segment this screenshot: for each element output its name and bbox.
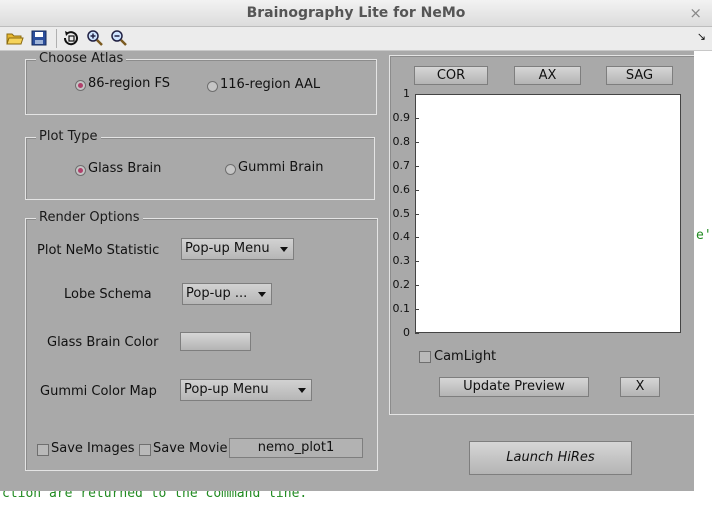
y-tick-mark: [415, 261, 419, 263]
y-tick-mark: [415, 94, 419, 95]
dock-arrow-icon[interactable]: ↘: [697, 30, 706, 43]
chevron-down-icon: [298, 388, 306, 393]
save-movie-label[interactable]: Save Movie: [153, 441, 228, 456]
lobe-schema-value: Pop-up ...: [186, 286, 248, 301]
y-tick-mark: [415, 285, 419, 287]
y-tick-label: 0.9: [392, 110, 411, 124]
y-tick-mark: [415, 141, 419, 143]
glass-brain-color-label: Glass Brain Color: [47, 335, 159, 350]
sag-view-button[interactable]: SAG: [606, 66, 673, 85]
gummi-brain-label[interactable]: Gummi Brain: [238, 160, 323, 175]
y-tick-label: 0.5: [392, 206, 411, 220]
rotate-3d-icon[interactable]: [62, 29, 80, 47]
render-options-group: Render Options Plot NeMo Statistic Pop-u…: [25, 210, 378, 471]
y-tick-label: 0.4: [392, 230, 411, 244]
close-icon[interactable]: ×: [689, 4, 702, 22]
open-folder-icon[interactable]: [6, 29, 24, 47]
y-tick-mark: [415, 213, 419, 215]
toolbar: ↘: [0, 27, 712, 51]
glass-brain-label[interactable]: Glass Brain: [88, 161, 161, 176]
toolbar-separator: [56, 29, 57, 48]
background-edge-text: e': [696, 228, 712, 243]
y-tick-label: 0.8: [392, 134, 411, 148]
plot-nemo-statistic-label: Plot NeMo Statistic: [37, 243, 160, 258]
gummi-color-map-label: Gummi Color Map: [40, 384, 157, 399]
chevron-down-icon: [280, 247, 288, 252]
y-tick-mark: [415, 117, 419, 119]
window-title: Brainography Lite for NeMo: [246, 5, 466, 21]
save-images-checkbox[interactable]: [37, 444, 49, 456]
atlas-aal-radio[interactable]: [207, 81, 218, 92]
plot-nemo-statistic-value: Pop-up Menu: [185, 241, 270, 256]
render-options-label: Render Options: [36, 210, 143, 226]
command-window-strip: ction are returned to the command line.: [0, 491, 712, 508]
update-preview-button[interactable]: Update Preview: [439, 377, 589, 397]
filename-field[interactable]: nemo_plot1: [229, 438, 363, 458]
y-tick-mark: [415, 165, 419, 167]
y-tick-mark: [415, 309, 419, 311]
plot-nemo-statistic-popup[interactable]: Pop-up Menu: [181, 238, 294, 260]
save-movie-checkbox[interactable]: [139, 444, 151, 456]
atlas-fs-label[interactable]: 86-region FS: [88, 76, 170, 91]
y-tick-mark: [415, 333, 419, 334]
app-window: Brainography Lite for NeMo × ↘ Choose At…: [0, 0, 712, 508]
y-tick-label: 0.7: [392, 158, 411, 172]
y-tick-label: 0: [403, 326, 410, 339]
lobe-schema-popup[interactable]: Pop-up ...: [182, 283, 272, 305]
save-icon[interactable]: [30, 29, 48, 47]
title-bar[interactable]: Brainography Lite for NeMo ×: [0, 0, 712, 27]
y-tick-label: 1: [403, 87, 410, 100]
choose-atlas-group: Choose Atlas 86-region FS 116-region AAL: [25, 51, 377, 115]
plot-type-group: Plot Type Glass Brain Gummi Brain: [25, 129, 375, 200]
gummi-color-map-value: Pop-up Menu: [184, 382, 269, 397]
y-tick-label: 0.1: [392, 302, 411, 316]
ax-view-button[interactable]: AX: [514, 66, 581, 85]
preview-axes[interactable]: [415, 94, 681, 333]
zoom-out-icon[interactable]: [110, 29, 128, 47]
save-images-label[interactable]: Save Images: [51, 441, 135, 456]
camlight-label[interactable]: CamLight: [434, 349, 496, 364]
command-window-text: ction are returned to the command line.: [2, 491, 308, 501]
launch-hires-button[interactable]: Launch HiRes: [469, 441, 632, 475]
y-tick-label: 0.3: [392, 254, 411, 268]
clear-x-button[interactable]: X: [620, 377, 660, 397]
glass-brain-radio[interactable]: [75, 165, 86, 176]
zoom-in-icon[interactable]: [86, 29, 104, 47]
plot-type-label: Plot Type: [36, 129, 101, 145]
y-tick-label: 0.2: [392, 278, 411, 292]
y-tick-label: 0.6: [392, 182, 411, 196]
y-tick-mark: [415, 189, 419, 191]
choose-atlas-label: Choose Atlas: [36, 51, 127, 67]
glass-brain-color-button[interactable]: [180, 332, 251, 351]
gummi-brain-radio[interactable]: [225, 164, 236, 175]
y-tick-mark: [415, 237, 419, 239]
atlas-fs-radio[interactable]: [75, 80, 86, 91]
gummi-color-map-popup[interactable]: Pop-up Menu: [180, 379, 312, 401]
atlas-aal-label[interactable]: 116-region AAL: [220, 77, 320, 92]
camlight-checkbox[interactable]: [419, 351, 431, 363]
background-editor-edge: e': [694, 51, 712, 491]
lobe-schema-label: Lobe Schema: [64, 287, 152, 302]
chevron-down-icon: [258, 292, 266, 297]
cor-view-button[interactable]: COR: [414, 66, 488, 85]
